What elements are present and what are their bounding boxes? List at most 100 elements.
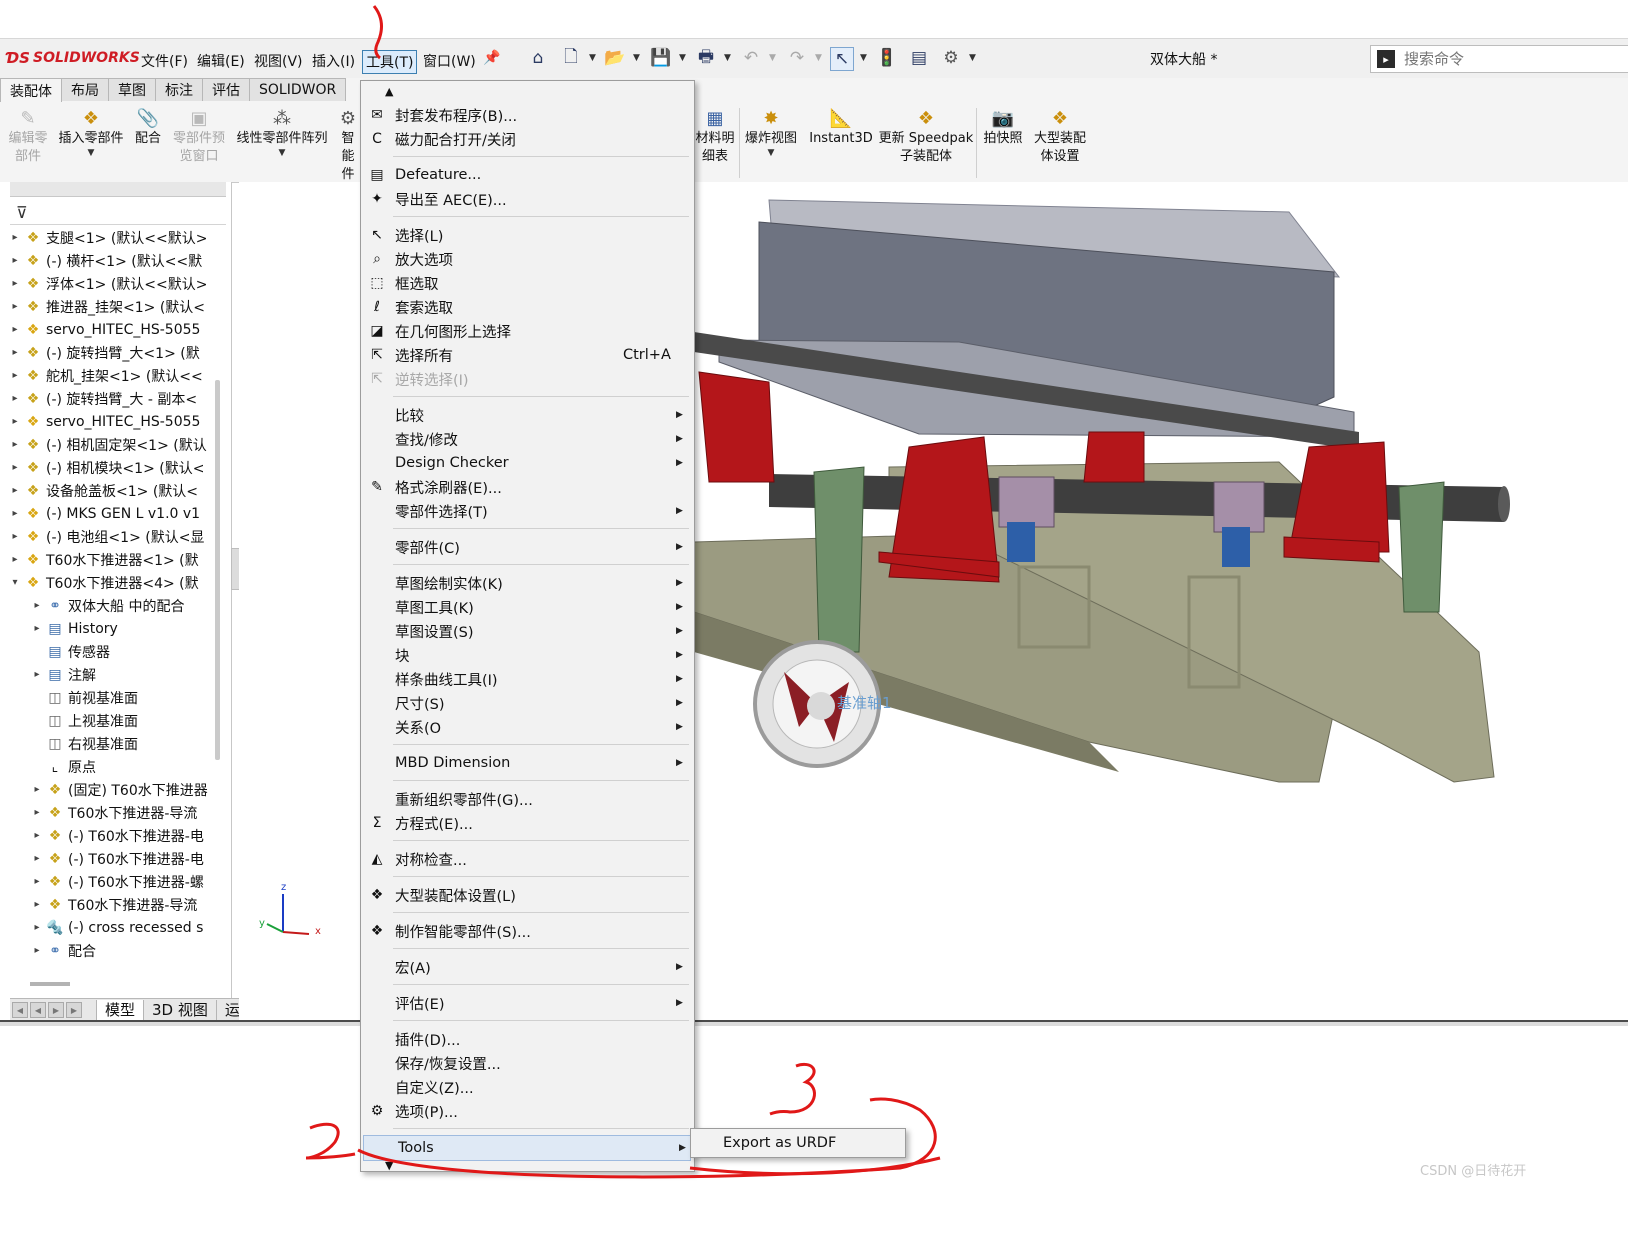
menu-item[interactable]: 草图工具(K) ▶	[361, 595, 694, 619]
new-dropdown-icon[interactable]: ▼	[589, 53, 596, 63]
tree-scrollbar[interactable]	[215, 380, 220, 760]
bom-button[interactable]: ▦ 材料明 细表	[694, 108, 736, 166]
undo-icon[interactable]: ↶	[740, 47, 762, 69]
menu-item[interactable]: 尺寸(S) ▶	[361, 691, 694, 715]
open-dropdown-icon[interactable]: ▼	[633, 53, 640, 63]
menu-scroll-up-icon[interactable]: ▲	[385, 85, 393, 98]
tree-item[interactable]: ◫ 前视基准面	[10, 686, 210, 709]
smart-fastener-button[interactable]: ⚙ 智能 件	[336, 108, 360, 184]
menu-item[interactable]: ✉ 封套发布程序(B)...	[361, 103, 694, 127]
menu-item[interactable]: 零部件选择(T) ▶	[361, 499, 694, 523]
tab-solidworks-addins[interactable]: SOLIDWOR	[249, 78, 347, 101]
expand-arrow-icon[interactable]: ▸	[32, 669, 42, 680]
menu-item[interactable]: ✎ 格式涂刷器(E)...	[361, 475, 694, 499]
menu-item[interactable]: ⚙ 选项(P)...	[361, 1099, 694, 1123]
expand-arrow-icon[interactable]: ▸	[10, 301, 20, 312]
mate-button[interactable]: 📎 配合	[132, 108, 164, 148]
insert-component-button[interactable]: ❖ 插入零部件 ▼	[55, 108, 127, 159]
prev-tab-icon[interactable]: ◀	[30, 1002, 46, 1018]
tab-markup[interactable]: 标注	[155, 78, 203, 101]
expand-arrow-icon[interactable]: ▸	[32, 600, 42, 611]
tree-item[interactable]: ▸ ❖ (-) 相机固定架<1> (默认	[10, 433, 210, 456]
expand-arrow-icon[interactable]: ▸	[32, 876, 42, 887]
options-gear-icon[interactable]: ⚙	[940, 47, 962, 69]
linear-pattern-dropdown-icon[interactable]: ▼	[279, 148, 286, 158]
select-cursor-icon[interactable]: ↖	[830, 47, 854, 71]
save-dropdown-icon[interactable]: ▼	[679, 53, 686, 63]
expand-arrow-icon[interactable]: ▸	[10, 462, 20, 473]
redo-dropdown-icon[interactable]: ▼	[815, 53, 822, 63]
tree-item[interactable]: ▸ ❖ (-) MKS GEN L v1.0 v1	[10, 502, 210, 525]
print-icon[interactable]: 🖶	[695, 47, 717, 69]
menu-item[interactable]: ❖ 大型装配体设置(L)	[361, 883, 694, 907]
tree-item[interactable]: ▸ ❖ 舵机_挂架<1> (默认<<	[10, 364, 210, 387]
tree-item[interactable]: ▸ ❖ (-) 横杆<1> (默认<<默	[10, 249, 210, 272]
tree-item[interactable]: ▸ ❖ 支腿<1> (默认<<默认>	[10, 226, 210, 249]
menu-item[interactable]: ◭ 对称检查...	[361, 847, 694, 871]
redo-icon[interactable]: ↷	[786, 47, 808, 69]
tree-item[interactable]: ▸ ❖ 设备舱盖板<1> (默认<	[10, 479, 210, 502]
expand-arrow-icon[interactable]: ▸	[32, 784, 42, 795]
tree-item[interactable]: ▸ ❖ T60水下推进器<1> (默	[10, 548, 210, 571]
home-icon[interactable]: ⌂	[527, 47, 549, 69]
tree-item[interactable]: ▸ ❖ (固定) T60水下推进器	[10, 778, 210, 801]
first-tab-icon[interactable]: ◀	[12, 1002, 28, 1018]
print-dropdown-icon[interactable]: ▼	[724, 53, 731, 63]
new-document-icon[interactable]: 🗋	[560, 47, 582, 69]
tree-item[interactable]: ▸ ❖ (-) T60水下推进器-电	[10, 824, 210, 847]
expand-arrow-icon[interactable]: ▸	[32, 830, 42, 841]
expand-arrow-icon[interactable]: ▸	[10, 416, 20, 427]
menu-insert[interactable]: 插入(I)	[309, 50, 358, 72]
menu-tools[interactable]: 工具(T)	[362, 50, 418, 74]
expand-arrow-icon[interactable]: ▸	[10, 255, 20, 266]
tree-item[interactable]: ▸ 🔩 (-) cross recessed s	[10, 916, 210, 939]
tab-evaluate[interactable]: 评估	[202, 78, 250, 101]
expand-arrow-icon[interactable]: ▸	[10, 508, 20, 519]
solidworks-logo[interactable]: ƊS SOLIDWORKS	[6, 47, 140, 69]
next-tab-icon[interactable]: ▶	[48, 1002, 64, 1018]
expand-arrow-icon[interactable]: ▸	[10, 324, 20, 335]
menu-item-export-as-urdf[interactable]: Export as URDF	[691, 1131, 903, 1155]
tree-item[interactable]: ▸ ❖ 浮体<1> (默认<<默认>	[10, 272, 210, 295]
search-input[interactable]	[1402, 49, 1606, 69]
instant3d-button[interactable]: 📐 Instant3D	[808, 108, 874, 148]
expand-arrow-icon[interactable]: ▸	[32, 623, 42, 634]
linear-pattern-button[interactable]: ⁂ 线性零部件阵列 ▼	[234, 108, 330, 159]
menu-view[interactable]: 视图(V)	[251, 50, 306, 72]
expand-arrow-icon[interactable]: ▸	[32, 853, 42, 864]
tree-item[interactable]: ◫ 上视基准面	[10, 709, 210, 732]
menu-item[interactable]: 草图绘制实体(K) ▶	[361, 571, 694, 595]
explode-dropdown-icon[interactable]: ▼	[768, 148, 775, 158]
menu-item[interactable]: ✦ 导出至 AEC(E)...	[361, 187, 694, 211]
expand-arrow-icon[interactable]: ▸	[10, 232, 20, 243]
traffic-light-icon[interactable]: 🚦	[876, 47, 898, 69]
select-dropdown-icon[interactable]: ▼	[860, 53, 867, 63]
menu-item[interactable]: 保存/恢复设置...	[361, 1051, 694, 1075]
tree-item[interactable]: ▸ ▤ 注解	[10, 663, 210, 686]
edit-component-button[interactable]: ✎ 编辑零 部件	[4, 108, 52, 166]
expand-arrow-icon[interactable]: ▸	[10, 278, 20, 289]
update-speedpak-button[interactable]: ❖ 更新 Speedpak 子装配体	[878, 108, 974, 166]
tree-item[interactable]: ▸ ❖ (-) 旋转挡臂_大 - 副本<	[10, 387, 210, 410]
large-assembly-settings-button[interactable]: ❖ 大型装配 体设置	[1030, 108, 1090, 166]
expand-arrow-icon[interactable]: ▸	[32, 945, 42, 956]
menu-item[interactable]: Σ 方程式(E)...	[361, 811, 694, 835]
explode-view-button[interactable]: ✸ 爆炸视图 ▼	[742, 108, 800, 159]
menu-item[interactable]: 重新组织零部件(G)...	[361, 787, 694, 811]
tab-model[interactable]: 模型	[96, 999, 145, 1021]
undo-dropdown-icon[interactable]: ▼	[769, 53, 776, 63]
tree-item[interactable]: ▤ 传感器	[10, 640, 210, 663]
menu-item[interactable]: ❖ 制作智能零部件(S)...	[361, 919, 694, 943]
expand-arrow-icon[interactable]: ▸	[10, 393, 20, 404]
expand-arrow-icon[interactable]: ▸	[32, 807, 42, 818]
expand-arrow-icon[interactable]: ▸	[10, 439, 20, 450]
expand-arrow-icon[interactable]: ▸	[10, 531, 20, 542]
insert-component-dropdown-icon[interactable]: ▼	[88, 148, 95, 158]
menu-item[interactable]: 比较 ▶	[361, 403, 694, 427]
menu-item[interactable]: 样条曲线工具(I) ▶	[361, 667, 694, 691]
filter-icon[interactable]: ⊽	[16, 203, 28, 222]
tab-3d-view[interactable]: 3D 视图	[143, 999, 217, 1021]
file-properties-icon[interactable]: ▤	[908, 47, 930, 69]
last-tab-icon[interactable]: ▶	[66, 1002, 82, 1018]
tree-item[interactable]: ▸ ▤ History	[10, 617, 210, 640]
